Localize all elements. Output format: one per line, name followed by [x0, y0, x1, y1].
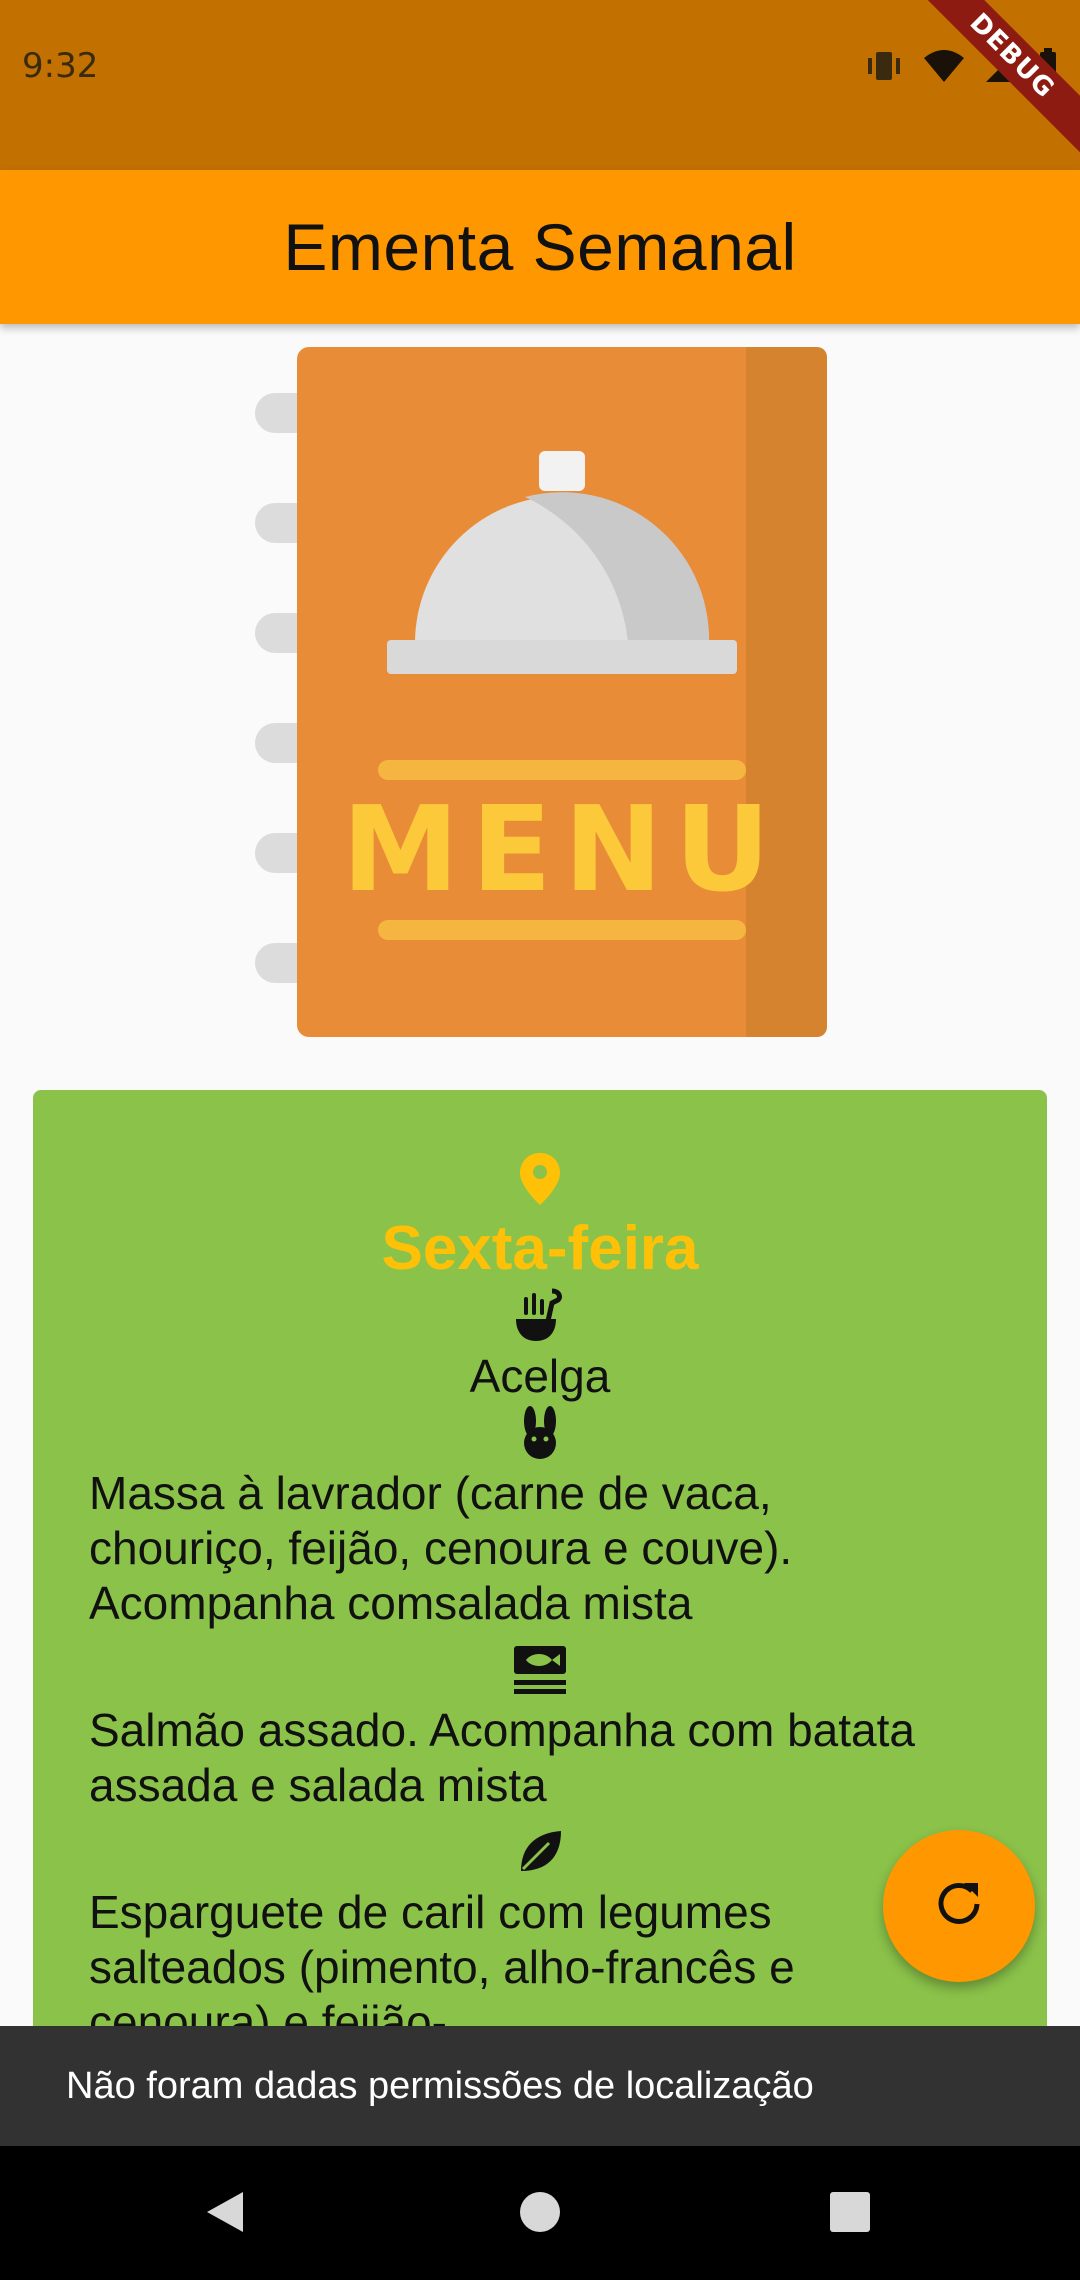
- back-icon[interactable]: [205, 2190, 245, 2239]
- location-row: [33, 1150, 1047, 1212]
- home-icon[interactable]: [518, 2190, 562, 2239]
- soup-text: Acelga: [469, 1350, 611, 1402]
- refresh-button[interactable]: [883, 1830, 1035, 1982]
- status-time: 9:32: [22, 46, 99, 86]
- snackbar-message: Não foram dadas permissões de localizaçã…: [66, 2064, 814, 2107]
- vibrate-icon: [864, 48, 904, 89]
- rabbit-icon: [515, 1405, 565, 1466]
- navigation-bar: [0, 2146, 1080, 2280]
- page-title: Ementa Semanal: [283, 210, 797, 284]
- app-bar: Ementa Semanal: [0, 170, 1080, 324]
- day-title: Sexta-feira: [381, 1214, 699, 1283]
- soup-ladle-icon: [512, 1287, 568, 1348]
- leaf-icon: [515, 1827, 565, 1882]
- wifi-icon: [922, 48, 966, 89]
- location-pin-icon: [518, 1151, 562, 1212]
- fish-icon: [512, 1644, 568, 1701]
- meat-dish-text: Massa à lavrador (carne de vaca, chouriç…: [89, 1467, 793, 1629]
- fish-dish-text: Salmão assado. Acompanha com batata assa…: [89, 1704, 915, 1811]
- snackbar: Não foram dadas permissões de localizaçã…: [0, 2026, 1080, 2146]
- recents-icon[interactable]: [829, 2192, 871, 2237]
- menu-book-image: MENU: [250, 345, 830, 1045]
- menu-text: MENU: [342, 780, 783, 918]
- status-bar: 9:32 DEBUG: [0, 0, 1080, 170]
- refresh-icon: [934, 1879, 984, 1934]
